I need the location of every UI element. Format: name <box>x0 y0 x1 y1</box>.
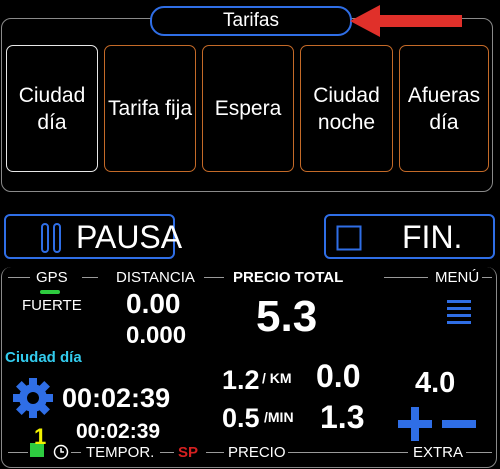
divider <box>8 277 30 278</box>
tariff-fixed-button[interactable]: Tarifa fija <box>104 45 196 172</box>
tariff-city-night-button[interactable]: Ciudad noche <box>300 45 393 172</box>
divider <box>466 452 492 453</box>
plus-icon[interactable] <box>397 406 433 442</box>
total-price-value: 5.3 <box>256 292 318 341</box>
tariff-suburbs-day-button[interactable]: Afueras día <box>399 45 489 172</box>
divider <box>288 452 408 453</box>
tariff-title: Tarifas <box>150 6 352 36</box>
price-min-value: 1.3 <box>320 399 365 435</box>
badge-number: 1 <box>34 424 47 449</box>
extra-value: 4.0 <box>415 367 456 399</box>
divider <box>160 452 174 453</box>
current-tariff-name: Ciudad día <box>5 349 82 366</box>
tariff-waiting-button[interactable]: Espera <box>202 45 294 172</box>
arrow-left-icon <box>350 5 462 37</box>
distance-label: DISTANCIA <box>116 269 195 286</box>
distance-sub-value: 0.000 <box>126 322 187 349</box>
gps-label: GPS <box>36 269 68 286</box>
divider <box>71 452 81 453</box>
finish-button[interactable]: FIN. <box>324 214 495 259</box>
sp-label: SP <box>178 444 199 461</box>
rate-per-min: 0.5 <box>222 403 260 433</box>
divider <box>384 277 428 278</box>
pause-icon <box>41 223 61 253</box>
rate-per-km: 1.2 <box>222 365 260 395</box>
menu-icon[interactable] <box>446 299 472 325</box>
extra-label: EXTRA <box>413 444 464 461</box>
pause-label: PAUSA <box>76 219 183 255</box>
divider <box>206 452 224 453</box>
rate-per-min-unit: /MIN <box>264 409 294 425</box>
pause-button[interactable]: PAUSA <box>4 214 182 259</box>
rate-per-km-unit: / KM <box>262 370 292 386</box>
gps-signal-bar <box>40 290 60 294</box>
total-price-label: PRECIO TOTAL <box>233 269 344 286</box>
elapsed-time: 00:02:39 <box>62 383 171 413</box>
minus-icon[interactable] <box>441 406 477 442</box>
divider <box>8 452 28 453</box>
timer-label: TEMPOR. <box>86 444 155 461</box>
gear-icon[interactable] <box>12 377 54 419</box>
finish-label: FIN. <box>402 219 463 255</box>
stop-icon <box>336 225 362 251</box>
divider <box>82 277 98 278</box>
menu-label: MENÚ <box>435 269 480 286</box>
price-label: PRECIO <box>228 444 286 461</box>
price-km-value: 0.0 <box>316 358 361 394</box>
divider <box>204 277 224 278</box>
divider <box>482 277 492 278</box>
distance-value: 0.00 <box>126 288 181 319</box>
gps-signal-text: FUERTE <box>22 297 82 314</box>
elapsed-time-sub: 00:02:39 <box>76 420 161 443</box>
clock-icon <box>53 444 69 460</box>
tariff-city-day-button[interactable]: Ciudad día <box>6 45 98 172</box>
